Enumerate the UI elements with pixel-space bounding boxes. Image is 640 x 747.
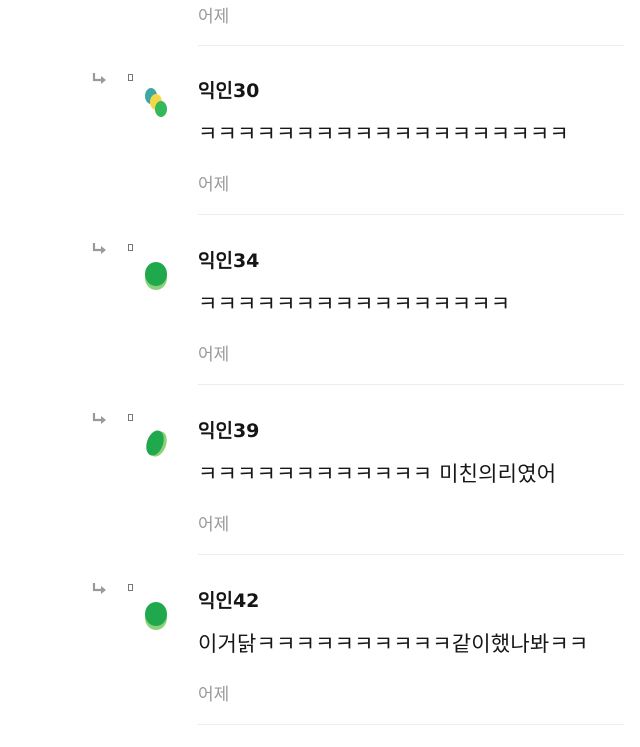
- divider: [198, 384, 624, 385]
- timestamp: 어제: [198, 685, 230, 705]
- avatar[interactable]: [140, 424, 174, 464]
- small-square-icon: [128, 74, 133, 81]
- timestamp: 어제: [198, 7, 230, 27]
- reply-arrow-icon: [92, 243, 106, 254]
- comment-text: ㅋㅋㅋㅋㅋㅋㅋㅋㅋㅋㅋㅋ 미친의리였어: [198, 462, 557, 486]
- avatar[interactable]: [140, 84, 174, 124]
- comment-author[interactable]: 익인34: [198, 246, 259, 273]
- comment-author[interactable]: 익인39: [198, 416, 259, 443]
- divider: [198, 724, 624, 725]
- small-square-icon: [128, 584, 133, 591]
- comment-author[interactable]: 익인42: [198, 586, 259, 613]
- timestamp: 어제: [198, 515, 230, 535]
- small-square-icon: [128, 244, 133, 251]
- avatar[interactable]: [140, 254, 174, 294]
- avatar[interactable]: [140, 594, 174, 634]
- comment-text: 이거닭ㅋㅋㅋㅋㅋㅋㅋㅋㅋㅋ같이했나봐ㅋㅋ: [198, 632, 589, 656]
- reply-arrow-icon: [92, 583, 106, 594]
- divider: [198, 554, 624, 555]
- timestamp: 어제: [198, 175, 230, 195]
- small-square-icon: [128, 414, 133, 421]
- reply-arrow-icon: [92, 73, 106, 84]
- divider: [198, 45, 624, 46]
- comment-text: ㅋㅋㅋㅋㅋㅋㅋㅋㅋㅋㅋㅋㅋㅋㅋㅋ: [198, 292, 511, 316]
- reply-arrow-icon: [92, 413, 106, 424]
- divider: [198, 214, 624, 215]
- timestamp: 어제: [198, 345, 230, 365]
- comment-text: ㅋㅋㅋㅋㅋㅋㅋㅋㅋㅋㅋㅋㅋㅋㅋㅋㅋㅋㅋ: [198, 122, 569, 146]
- comment-author[interactable]: 익인30: [198, 76, 259, 103]
